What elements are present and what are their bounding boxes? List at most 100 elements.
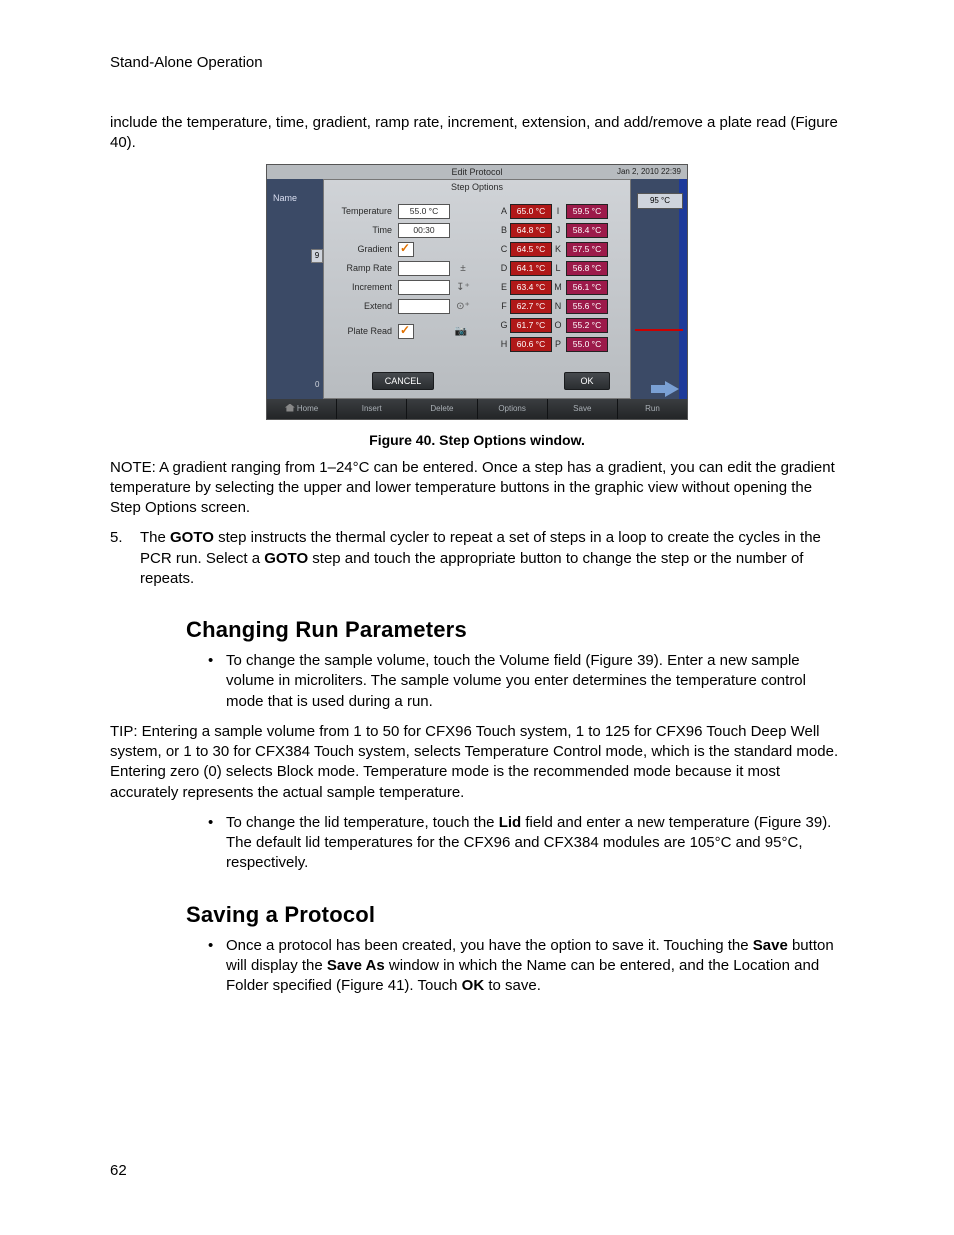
bullet-text: To change the lid temperature, touch the… — [226, 813, 844, 874]
grad-cell[interactable]: 64.5 °C — [510, 242, 552, 257]
grad-cell[interactable]: 59.5 °C — [566, 204, 608, 219]
extend-field[interactable] — [398, 299, 450, 314]
lid-keyword: Lid — [499, 814, 522, 831]
grad-row-letter: O — [552, 320, 564, 330]
intro-paragraph: include the temperature, time, gradient,… — [110, 113, 844, 154]
grad-cell[interactable]: 63.4 °C — [510, 280, 552, 295]
page-number: 62 — [110, 1162, 127, 1179]
ok-button[interactable]: OK — [564, 372, 610, 390]
insert-tab[interactable]: Insert — [337, 399, 407, 419]
t: Once a protocol has been created, you ha… — [226, 937, 753, 954]
window-title: Edit Protocol — [451, 167, 502, 177]
plate-read-checkbox[interactable] — [398, 324, 414, 339]
note-paragraph: NOTE: A gradient ranging from 1–24°C can… — [110, 458, 844, 519]
grad-row-letter: E — [498, 282, 510, 292]
list-item-5-text: The GOTO step instructs the thermal cycl… — [140, 528, 844, 589]
axis-tick-9: 9 — [311, 249, 323, 263]
grad-cell[interactable]: 58.4 °C — [566, 223, 608, 238]
step-options-modal: Step Options Temperature 55.0 °C Time 00… — [323, 179, 631, 399]
grad-row-letter: C — [498, 244, 510, 254]
bullet-lid-temperature: • To change the lid temperature, touch t… — [208, 813, 844, 874]
grad-row-letter: G — [498, 320, 510, 330]
grad-row-letter: J — [552, 225, 564, 235]
t: The — [140, 529, 170, 546]
cancel-button[interactable]: CANCEL — [372, 372, 434, 390]
home-tab-label: Home — [297, 404, 318, 413]
grad-row-letter: K — [552, 244, 564, 254]
grad-row-letter: F — [498, 301, 510, 311]
lid-temp-box[interactable]: 95 °C — [637, 193, 683, 209]
bullet-text: Once a protocol has been created, you ha… — [226, 936, 844, 997]
grad-row-letter: I — [552, 206, 564, 216]
grad-cell[interactable]: 55.0 °C — [566, 337, 608, 352]
running-head: Stand-Alone Operation — [110, 54, 844, 71]
grad-cell[interactable]: 56.8 °C — [566, 261, 608, 276]
grad-cell[interactable]: 60.6 °C — [510, 337, 552, 352]
home-icon — [285, 404, 295, 412]
list-number: 5. — [110, 528, 140, 589]
grad-cell[interactable]: 64.8 °C — [510, 223, 552, 238]
grad-row-letter: A — [498, 206, 510, 216]
grad-cell[interactable]: 61.7 °C — [510, 318, 552, 333]
grad-cell[interactable]: 56.1 °C — [566, 280, 608, 295]
heading-changing-run-parameters: Changing Run Parameters — [186, 617, 844, 643]
time-field[interactable]: 00:30 — [398, 223, 450, 238]
grad-cell[interactable]: 64.1 °C — [510, 261, 552, 276]
grad-cell[interactable]: 55.2 °C — [566, 318, 608, 333]
tip-paragraph: TIP: Entering a sample volume from 1 to … — [110, 722, 844, 803]
ramp-rate-field[interactable] — [398, 261, 450, 276]
plate-read-label: Plate Read — [334, 326, 398, 336]
blue-edge — [679, 179, 687, 399]
temperature-label: Temperature — [334, 206, 398, 216]
increment-label: Increment — [334, 282, 398, 292]
grad-row-letter: D — [498, 263, 510, 273]
run-arrow-icon[interactable] — [651, 385, 665, 393]
modal-title: Step Options — [324, 180, 630, 194]
grad-row-letter: P — [552, 339, 564, 349]
time-label: Time — [334, 225, 398, 235]
plot-line — [635, 329, 683, 331]
axis-tick-0: 0 — [315, 380, 319, 389]
name-label: Name — [273, 193, 297, 203]
gradient-table: A65.0 °CI59.5 °C B64.8 °CJ58.4 °C C64.5 … — [498, 202, 608, 354]
home-tab[interactable]: Home — [267, 399, 337, 419]
extend-icon: ⊙⁺ — [456, 299, 470, 313]
grad-cell[interactable]: 57.5 °C — [566, 242, 608, 257]
save-tab[interactable]: Save — [548, 399, 618, 419]
run-arrow-icon-head[interactable] — [665, 381, 679, 397]
ramp-rate-icon: ± — [456, 261, 470, 275]
gradient-label: Gradient — [334, 244, 398, 254]
grad-row-letter: N — [552, 301, 564, 311]
t: To change the lid temperature, touch the — [226, 814, 499, 831]
extend-label: Extend — [334, 301, 398, 311]
bullet: • — [208, 651, 226, 712]
run-tab[interactable]: Run — [618, 399, 687, 419]
temperature-field[interactable]: 55.0 °C — [398, 204, 450, 219]
list-item-5: 5. The GOTO step instructs the thermal c… — [110, 528, 844, 589]
figure-step-options: Edit Protocol Jan 2, 2010 22:39 Name 9 0… — [266, 164, 688, 420]
delete-tab[interactable]: Delete — [407, 399, 477, 419]
bottom-toolbar: Home Insert Delete Options Save Run — [267, 399, 687, 419]
grad-cell[interactable]: 65.0 °C — [510, 204, 552, 219]
goto-keyword: GOTO — [264, 550, 308, 567]
grad-cell[interactable]: 55.6 °C — [566, 299, 608, 314]
goto-keyword: GOTO — [170, 529, 214, 546]
save-as-keyword: Save As — [327, 957, 385, 974]
gradient-checkbox[interactable] — [398, 242, 414, 257]
grad-cell[interactable]: 62.7 °C — [510, 299, 552, 314]
option-fields: Temperature 55.0 °C Time 00:30 Gradient … — [334, 202, 484, 341]
bullet-sample-volume: • To change the sample volume, touch the… — [208, 651, 844, 712]
bullet: • — [208, 936, 226, 997]
grad-row-letter: B — [498, 225, 510, 235]
right-panel: 95 °C — [631, 179, 687, 399]
grad-row-letter: H — [498, 339, 510, 349]
t: to save. — [484, 977, 541, 994]
ramp-rate-label: Ramp Rate — [334, 263, 398, 273]
camera-icon: 📷 — [454, 324, 468, 338]
options-tab[interactable]: Options — [478, 399, 548, 419]
window-title-bar: Edit Protocol Jan 2, 2010 22:39 — [267, 165, 687, 180]
grad-row-letter: L — [552, 263, 564, 273]
bullet: • — [208, 813, 226, 874]
increment-field[interactable] — [398, 280, 450, 295]
bullet-save-protocol: • Once a protocol has been created, you … — [208, 936, 844, 997]
